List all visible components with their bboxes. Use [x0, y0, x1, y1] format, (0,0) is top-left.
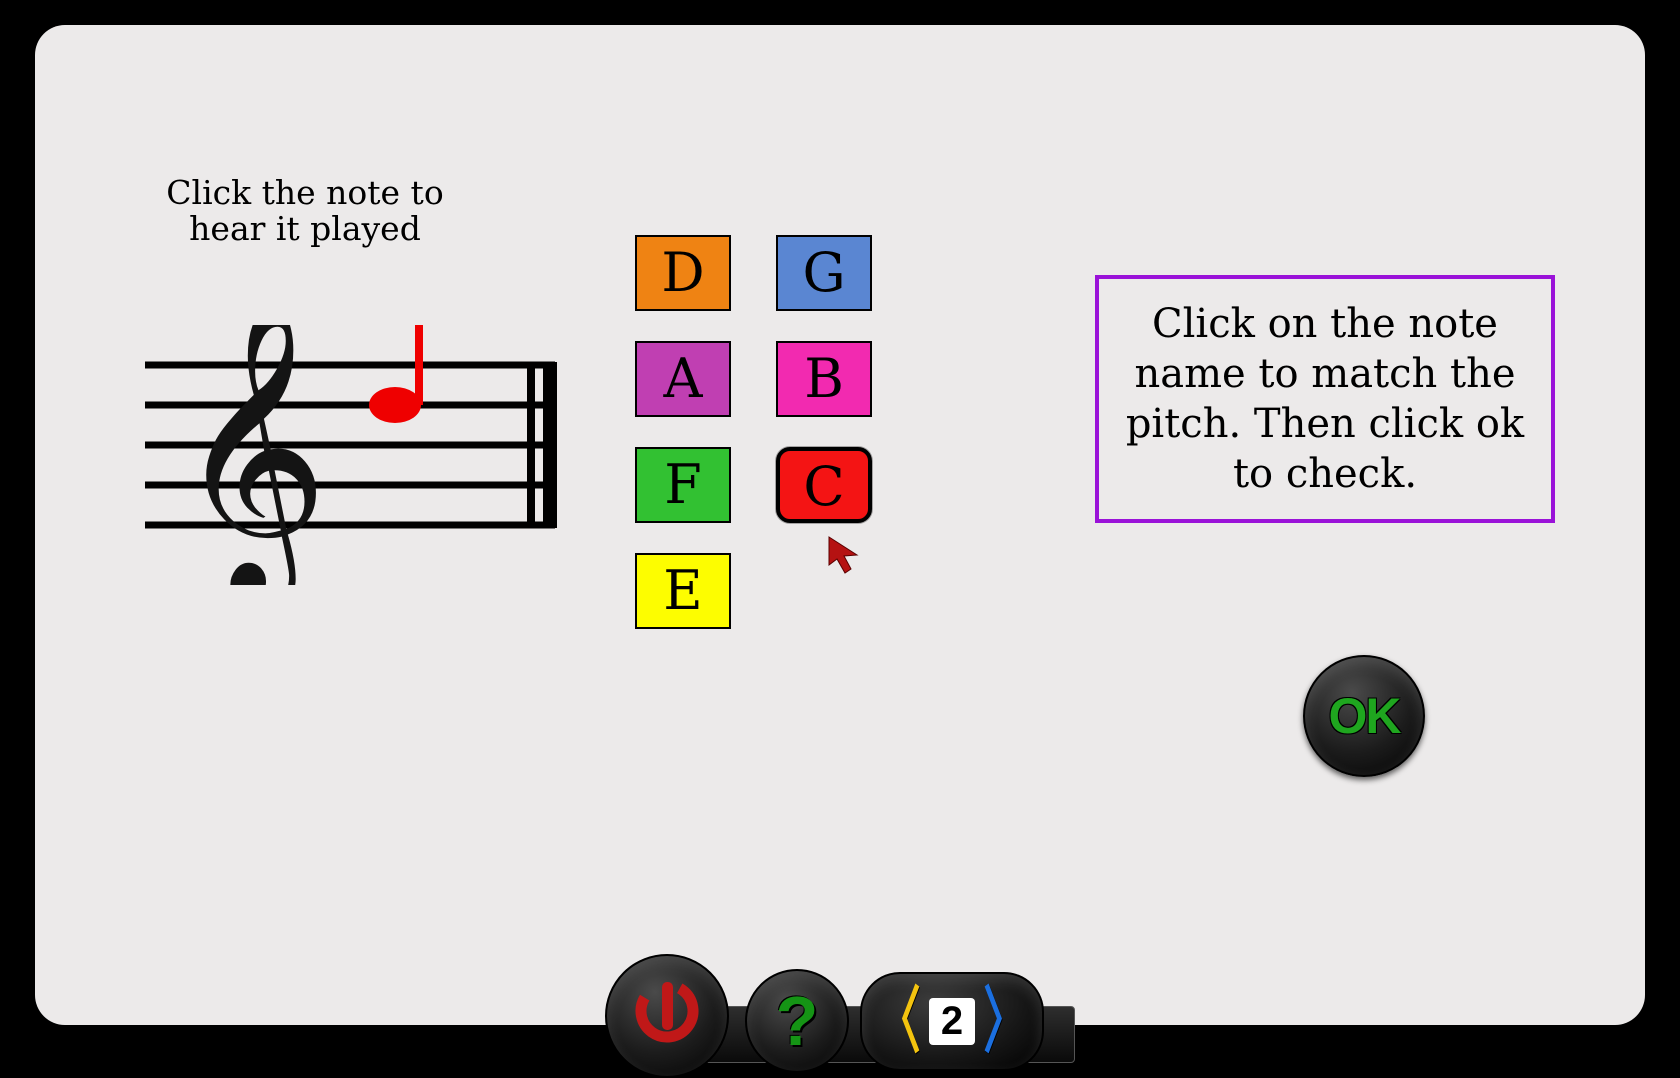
ok-button[interactable]: OK [1303, 655, 1425, 777]
game-panel: Click the note to hear it played 𝄞 [35, 25, 1645, 1025]
note-button-c[interactable]: C [776, 447, 872, 523]
note-button-e[interactable]: E [635, 553, 731, 629]
chevron-right-icon[interactable]: 〉 [984, 986, 1027, 1058]
quit-button[interactable] [605, 954, 729, 1078]
note-button-g[interactable]: G [776, 235, 872, 311]
note-on-staff[interactable] [369, 325, 423, 423]
ok-label: OK [1329, 687, 1400, 745]
note-name-choices: D A F E G B C [635, 235, 935, 659]
staff-svg: 𝄞 [145, 325, 575, 585]
level-number: 2 [929, 998, 975, 1045]
note-button-d[interactable]: D [635, 235, 731, 311]
help-button[interactable]: ? [745, 969, 849, 1073]
treble-clef-icon: 𝄞 [175, 325, 329, 585]
question-mark-icon: ? [776, 981, 819, 1061]
instruction-play-note: Click the note to hear it played [125, 175, 485, 248]
level-selector: 〈 2 〉 [860, 972, 1044, 1071]
bottom-toolbar: ? 〈 2 〉 [605, 968, 1075, 1078]
instruction-match-pitch: Click on the note name to match the pitc… [1095, 275, 1555, 523]
note-button-a[interactable]: A [635, 341, 731, 417]
music-staff[interactable]: 𝄞 [145, 325, 575, 575]
note-button-f[interactable]: F [635, 447, 731, 523]
note-button-b[interactable]: B [776, 341, 872, 417]
chevron-left-icon[interactable]: 〈 [877, 986, 920, 1058]
power-icon [632, 976, 702, 1056]
